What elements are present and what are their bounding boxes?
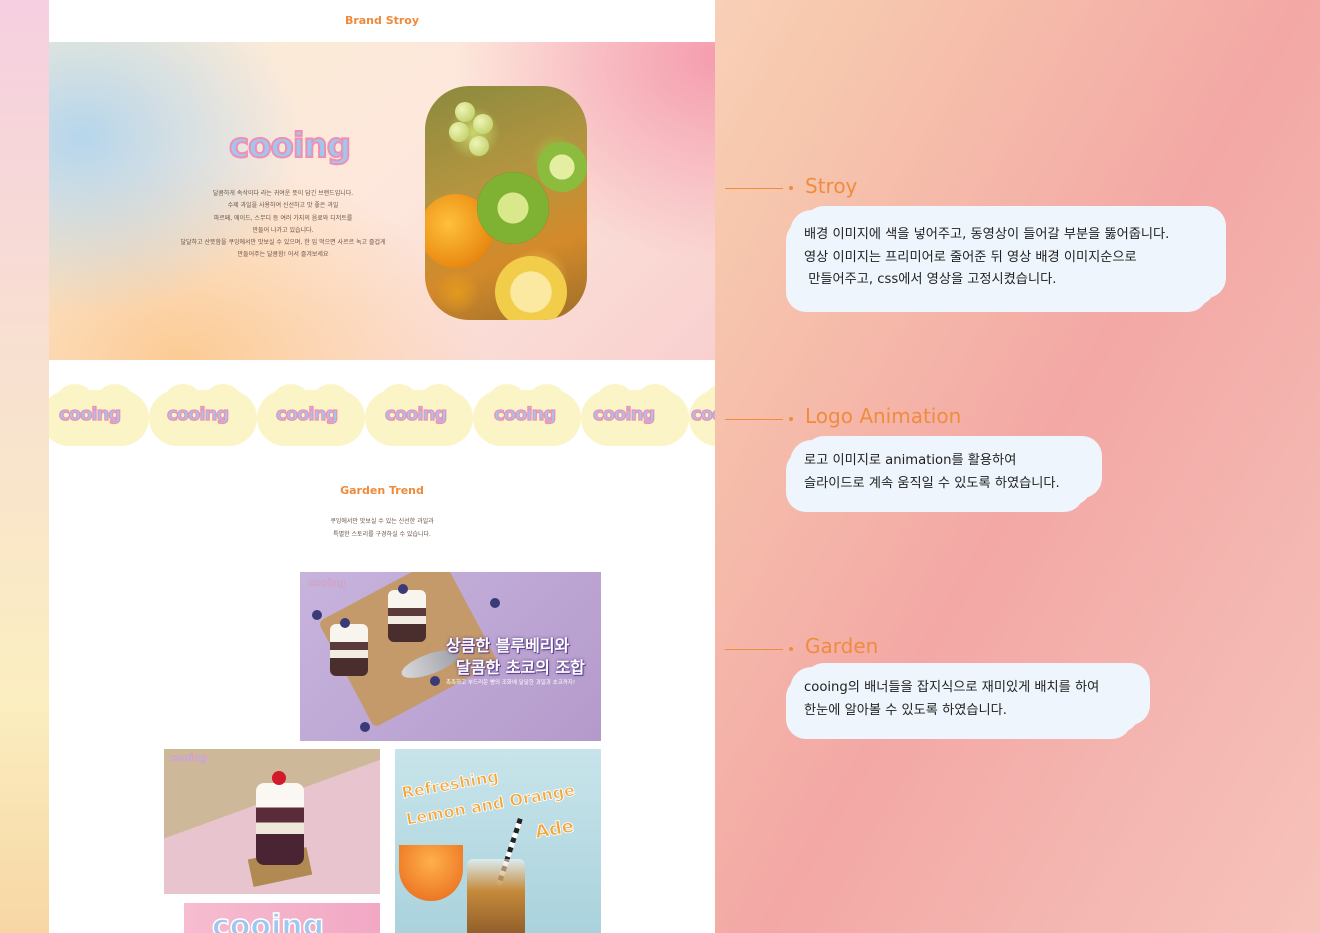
- annotation-line: 로고 이미지로 animation를 활용하여: [804, 453, 1017, 468]
- hero-description: 달콤하게 속삭이다 라는 귀여운 뜻이 담긴 브랜드입니다. 수제 과일을 사용…: [159, 188, 407, 262]
- banner-headline: Ade: [533, 815, 576, 844]
- trend-line: 쿠잉에서만 맛보실 수 있는 신선한 과일과: [330, 518, 434, 525]
- brand-logo: cooing: [228, 125, 352, 167]
- banner-subtext: 촉촉하고 부드러운 빵의 조화에 달달한 과일과 초코까지!: [446, 680, 576, 686]
- annotation-line: cooing의 배너들을 잡지식으로 재미있게 배치를 하여: [804, 680, 1100, 695]
- slider-logo: cooing: [493, 403, 556, 425]
- cherry-parfait-banner[interactable]: cooing: [164, 749, 380, 894]
- slider-logo: cooing: [592, 403, 655, 425]
- ade-banner[interactable]: Refreshing Lemon and Orange Ade: [395, 749, 601, 933]
- annotation-dot: [789, 647, 793, 651]
- blueberry: [312, 610, 322, 620]
- annotation-bubble-garden: cooing의 배너들을 잡지식으로 재미있게 배치를 하여 한눈에 알아볼 수…: [790, 667, 1140, 733]
- hero-line: 달달하고 산뜻함을 쿠잉에서만 맛보실 수 있으며, 한 입 먹으면 사르르 녹…: [180, 239, 386, 247]
- hero-line: 달콤하게 속삭이다 라는 귀여운 뜻이 담긴 브랜드입니다.: [212, 190, 354, 197]
- lime-image: [477, 172, 549, 244]
- blueberry: [398, 584, 408, 594]
- garden-trend-description: 쿠잉에서만 맛보실 수 있는 신선한 과일과 특별한 스토리를 구경하실 수 있…: [49, 516, 715, 541]
- annotation-connector: [725, 188, 783, 189]
- annotation-text: 배경 이미지에 색을 넣어주고, 동영상이 들어갈 부분을 뚫어줍니다. 영상 …: [804, 224, 1230, 292]
- grape-image: [473, 114, 493, 134]
- left-background: [0, 0, 50, 933]
- dessert-cup: [330, 624, 368, 676]
- parfait-glass: [256, 783, 304, 865]
- annotation-title-stroy: Stroy: [805, 174, 858, 198]
- hero-line: 수제 과일을 사용하여 신선하고 맛 좋은 과일: [227, 202, 339, 210]
- banner-headline: 상큼한 블루베리와: [446, 636, 570, 655]
- slider-logo: cooing: [58, 403, 121, 425]
- grape-image: [455, 102, 475, 122]
- banner-headline: 달콤한 초코의 조합: [456, 658, 585, 677]
- annotation-dot: [789, 417, 793, 421]
- slider-logo: cooing: [690, 403, 715, 425]
- grape-image: [469, 136, 489, 156]
- hero-line: 만들어주는 달콤함! 어서 즐겨보세요: [237, 251, 329, 259]
- annotation-line: 한눈에 알아볼 수 있도록 하였습니다.: [804, 702, 1007, 718]
- annotation-text: cooing의 배너들을 잡지식으로 재미있게 배치를 하여 한눈에 알아볼 수…: [804, 677, 1154, 722]
- banner-logo: cooing: [308, 578, 346, 590]
- garden-trend-title: Garden Trend: [340, 484, 424, 497]
- banner-logo: cooing: [211, 908, 325, 933]
- pink-logo-banner[interactable]: cooing: [184, 903, 380, 933]
- annotation-title-garden: Garden: [805, 634, 879, 658]
- annotation-bubble-logo-animation: 로고 이미지로 animation를 활용하여 슬라이드로 계속 움직일 수 있…: [790, 440, 1092, 506]
- hero-section: cooing 달콤하게 속삭이다 라는 귀여운 뜻이 담긴 브랜드입니다. 수제…: [49, 42, 715, 360]
- webpage-preview: Brand Stroy cooing 달콤하게 속삭이다 라는 귀여운 뜻이 담…: [49, 0, 715, 933]
- blueberry-banner[interactable]: cooing 상큼한 블루베리와 달콤한 초코의 조합 촉촉하고 부드러운 빵의…: [300, 572, 601, 741]
- annotation-dot: [789, 186, 793, 190]
- logo-slider: cooing cooing cooing cooing cooing cooin…: [49, 384, 715, 446]
- blueberry: [430, 676, 440, 686]
- slider-logo: cooing: [275, 403, 338, 425]
- annotation-line: 배경 이미지에 색을 넣어주고, 동영상이 들어갈 부분을 뚫어줍니다.: [804, 227, 1170, 242]
- trend-line: 특별한 스토리를 구경하실 수 있습니다.: [333, 530, 431, 538]
- annotation-line: 만들어주고, css에서 영상을 고정시켰습니다.: [804, 272, 1057, 287]
- hero-line: 파르페, 에이드, 스무디 등 여러 가지의 음료와 디저트를: [213, 214, 353, 222]
- slider-logo: cooing: [166, 403, 229, 425]
- annotation-connector: [725, 649, 783, 650]
- lemon-image: [495, 256, 567, 320]
- cherry: [272, 771, 286, 785]
- lime-image: [537, 142, 587, 192]
- annotation-connector: [725, 419, 783, 420]
- blueberry: [340, 618, 350, 628]
- dessert-cup: [388, 590, 426, 642]
- orange-drink: [399, 845, 463, 901]
- annotation-line: 슬라이드로 계속 움직일 수 있도록 하였습니다.: [804, 475, 1060, 491]
- annotation-bubble-stroy: 배경 이미지에 색을 넣어주고, 동영상이 들어갈 부분을 뚫어줍니다. 영상 …: [790, 210, 1216, 306]
- lemon-drink: [467, 859, 525, 933]
- annotation-line: 영상 이미지는 프리미어로 줄어준 뒤 영상 배경 이미지순으로: [804, 249, 1137, 265]
- blueberry: [360, 722, 370, 732]
- grape-image: [449, 122, 469, 142]
- banner-logo: cooing: [170, 753, 208, 765]
- slider-logo: cooing: [384, 403, 447, 425]
- hero-line: 만들어 나가고 있습니다.: [252, 226, 314, 234]
- blueberry: [490, 598, 500, 608]
- fruit-video-mask: [425, 86, 587, 320]
- annotation-text: 로고 이미지로 animation를 활용하여 슬라이드로 계속 움직일 수 있…: [804, 450, 1106, 495]
- brand-story-title: Brand Stroy: [344, 14, 420, 27]
- annotation-title-logo-animation: Logo Animation: [805, 404, 962, 428]
